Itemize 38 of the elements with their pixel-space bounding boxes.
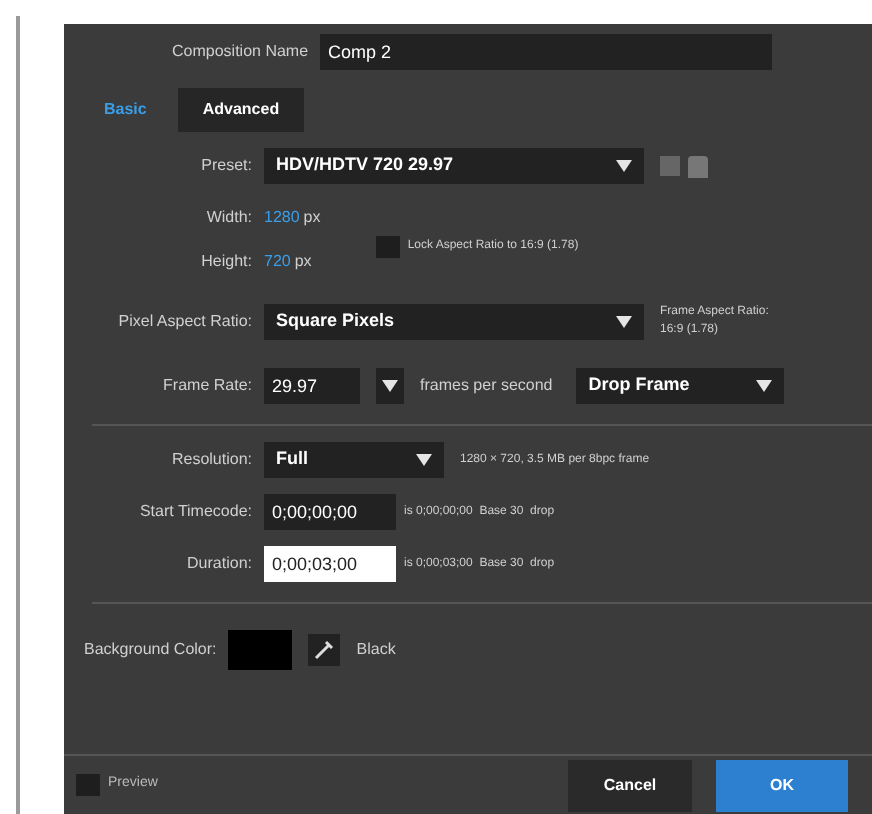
field-label: Background Color: xyxy=(84,638,219,662)
field-label: Composition Name xyxy=(172,40,311,64)
tab[interactable]: Advanced xyxy=(178,88,304,132)
unit-label: px xyxy=(294,250,312,274)
field-label: Start Timecode: xyxy=(137,500,254,524)
field-label: Height: xyxy=(199,250,254,274)
checkbox[interactable] xyxy=(76,774,100,796)
frames-per-second-label: frames per second xyxy=(420,374,553,398)
color-name: Black xyxy=(356,638,396,662)
eyedropper-icon[interactable] xyxy=(308,634,341,666)
frame-rate-dropdown[interactable] xyxy=(376,368,404,404)
width-value[interactable]: 1280 xyxy=(264,206,300,230)
color-swatch[interactable] xyxy=(228,630,293,670)
field-label: Pixel Aspect Ratio: xyxy=(116,310,254,334)
caret-icon xyxy=(382,380,398,392)
cancel-button[interactable]: Cancel xyxy=(568,759,692,811)
field-label: Resolution: xyxy=(169,448,254,472)
preset-dropdown[interactable]: HDV/HDTV 720 29.97 xyxy=(264,148,644,184)
pixel-aspect-dropdown[interactable]: Square Pixels xyxy=(264,304,644,340)
frame-rate-field[interactable]: 29.97 xyxy=(264,368,360,404)
tab[interactable]: Basic xyxy=(80,88,171,132)
unit-label: px xyxy=(303,206,321,230)
field-label: Preset: xyxy=(199,154,254,178)
resolution-dropdown[interactable]: Full xyxy=(264,442,444,478)
field-label: Width: xyxy=(204,206,254,230)
ok-button[interactable]: OK xyxy=(716,759,848,811)
duration-field[interactable]: 0;00;03;00 xyxy=(264,546,396,582)
composition-name-field[interactable]: Comp 2 xyxy=(320,34,773,70)
checkbox[interactable] xyxy=(375,235,400,257)
height-value[interactable]: 720 xyxy=(264,250,291,274)
field-label: Duration: xyxy=(185,552,254,576)
caret-icon xyxy=(416,454,432,466)
caret-icon xyxy=(756,380,773,392)
drop-frame-dropdown[interactable]: Drop Frame xyxy=(576,368,785,404)
field-label: Frame Rate: xyxy=(161,374,254,398)
caret-icon xyxy=(616,160,632,172)
caret-icon xyxy=(616,316,632,328)
start-timecode-field[interactable]: 0;00;00;00 xyxy=(264,494,396,530)
